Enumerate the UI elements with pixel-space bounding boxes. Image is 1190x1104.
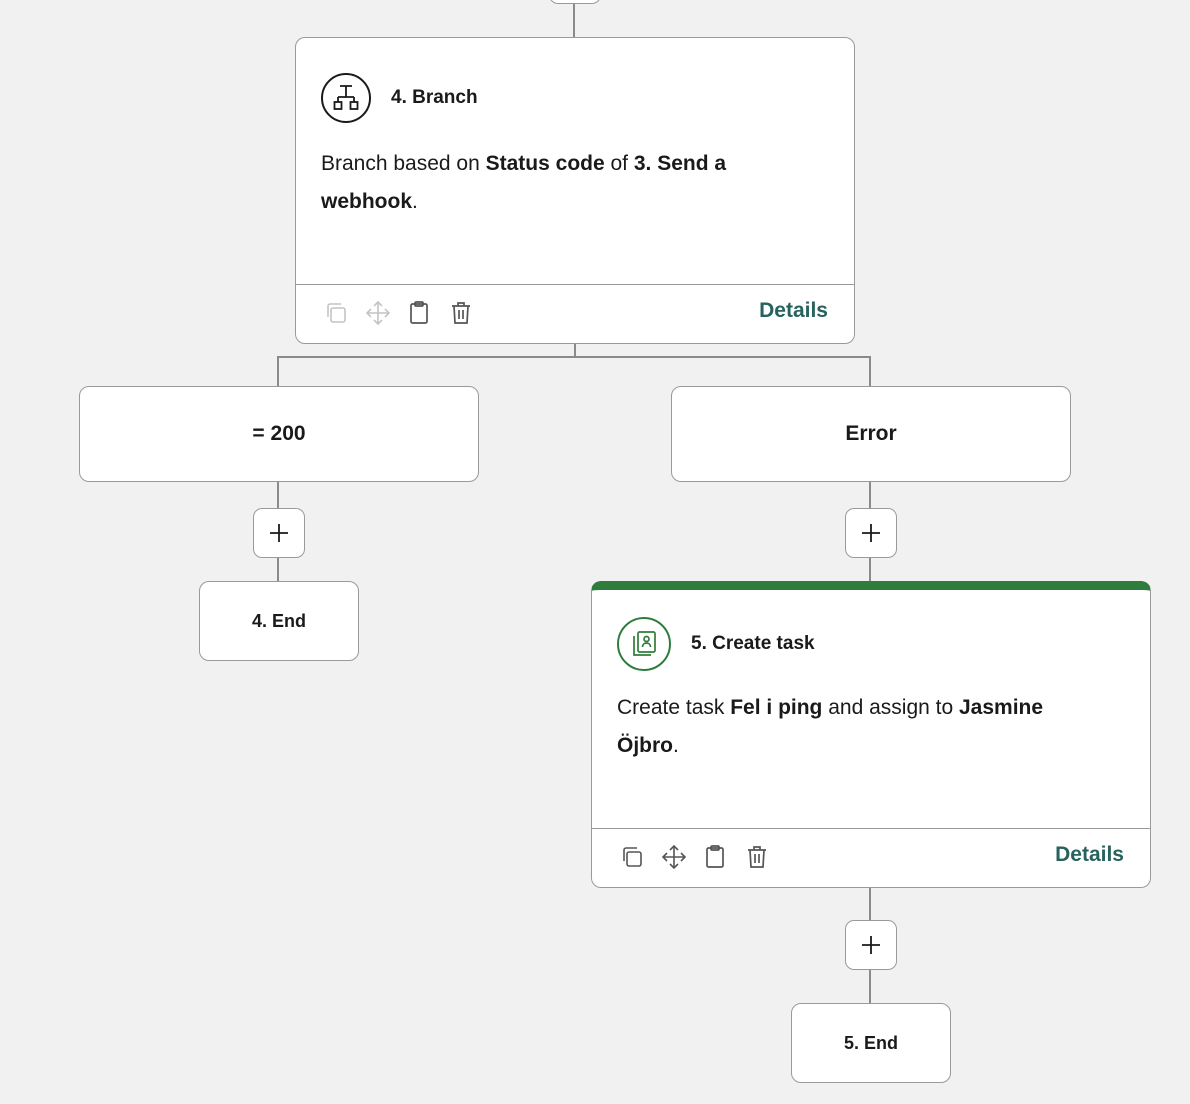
add-step-button-left[interactable] xyxy=(253,508,305,558)
task-icon xyxy=(617,617,671,671)
create-task-toolbar: Details xyxy=(592,828,1150,887)
clipboard-icon[interactable] xyxy=(702,844,728,870)
branch-step-title: 4. Branch xyxy=(391,87,478,108)
move-icon[interactable] xyxy=(661,844,687,870)
connector-top xyxy=(573,0,575,38)
branch-step-card[interactable]: 4. Branch Branch based on Status code of… xyxy=(295,37,855,344)
branch-icon xyxy=(321,73,371,123)
end-node-left[interactable]: 4. End xyxy=(199,581,359,661)
create-task-header: 5. Create task xyxy=(617,617,815,671)
trash-icon[interactable] xyxy=(744,844,770,870)
branch-condition-label: Error xyxy=(845,422,897,445)
end-node-label: 5. End xyxy=(843,1032,898,1053)
duplicate-icon[interactable] xyxy=(619,844,645,870)
create-task-card[interactable]: 5. Create task Create task Fel i ping an… xyxy=(591,581,1151,888)
trash-icon[interactable] xyxy=(448,300,474,326)
branch-details-link[interactable]: Details xyxy=(759,299,828,323)
connector-left-drop xyxy=(277,356,279,387)
branch-condition-label: = 200 xyxy=(252,422,306,445)
plus-icon xyxy=(862,936,880,954)
end-node-label: 4. End xyxy=(251,610,306,631)
clipboard-icon[interactable] xyxy=(406,300,432,326)
add-step-button-top[interactable] xyxy=(549,0,601,4)
branch-step-description: Branch based on Status code of 3. Send a… xyxy=(321,152,727,213)
branch-condition-error[interactable]: Error xyxy=(671,386,1071,482)
create-task-title: 5. Create task xyxy=(691,633,815,654)
create-task-description: Create task Fel i ping and assign to Jas… xyxy=(617,696,1044,757)
add-step-button-right[interactable] xyxy=(845,508,897,558)
branch-step-header: 4. Branch xyxy=(321,73,478,123)
branch-condition-200[interactable]: = 200 xyxy=(79,386,479,482)
connector-right-drop xyxy=(869,356,871,387)
add-step-button-bottom[interactable] xyxy=(845,920,897,970)
duplicate-icon[interactable] xyxy=(323,300,349,326)
plus-icon xyxy=(862,524,880,542)
end-node-right[interactable]: 5. End xyxy=(791,1003,951,1083)
branch-step-toolbar: Details xyxy=(296,284,854,343)
plus-icon xyxy=(270,524,288,542)
move-icon[interactable] xyxy=(365,300,391,326)
task-details-link[interactable]: Details xyxy=(1055,843,1124,867)
connector-branch-horizontal xyxy=(277,356,871,358)
